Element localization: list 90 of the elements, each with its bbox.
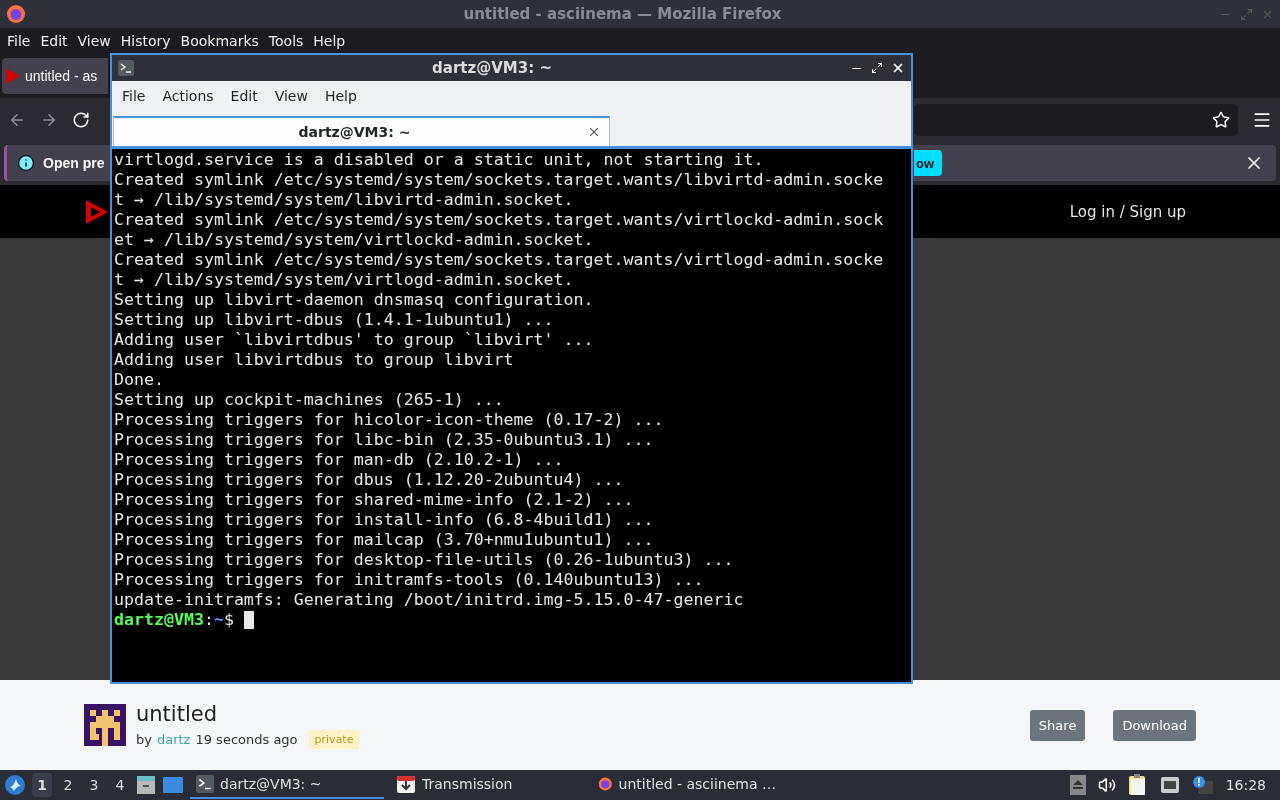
clipboard-icon[interactable] [1127,774,1148,796]
login-link[interactable]: Log in / Sign up [1069,202,1186,221]
taskbar-button[interactable]: untitled - asciinema … [592,771,782,799]
play-logo-icon [6,68,20,84]
terminal-line: Adding user `libvirtdbus' to group `libvirt' ... [114,330,595,350]
terminal-line: Adding user libvirtdbus to group libvirt [114,350,515,370]
prompt-symbol: $ [223,610,235,630]
terminal-line: Created symlink /etc/systemd/system/sockets.target.wants/virtlogd-admin.socke [114,250,885,270]
menu-item[interactable]: Bookmarks [175,33,264,49]
terminal-line: Processing triggers for install-info (6.8-4build1) ... [114,510,655,530]
close-icon[interactable] [891,61,905,75]
terminal-line: et → /lib/systemd/system/virtlockd-admin.socket. [114,230,595,250]
notification-button[interactable]: ow [914,150,942,176]
workspace-button[interactable]: 3 [84,773,104,797]
text-cursor [243,611,254,629]
terminal-line: update-initramfs: Generating /boot/initrd.img-5.15.0-47-generic [114,590,745,610]
prompt-path: ~ [213,610,224,630]
terminal-line: Done. [114,370,165,390]
browser-logo-icon [6,4,26,24]
download-button[interactable]: Download [1113,709,1196,741]
window-title: dartz@VM3: ~ [431,59,553,77]
terminal-line: Created symlink /etc/systemd/system/sockets.target.wants/libvirtd-admin.socke [114,170,885,190]
transmission-icon [396,774,416,794]
menu-item[interactable]: Help [318,88,368,104]
maximize-icon[interactable] [871,62,883,74]
volume-icon[interactable] [1097,776,1116,794]
terminal-line: Setting up libvirt-dbus (1.4.1-1ubuntu1) ... [114,310,555,330]
terminal-line: Setting up cockpit-machines (265-1) ... [114,390,505,410]
terminal-line: Processing triggers for initramfs-tools (0.140ubuntu13) ... [114,570,705,590]
terminal-line: Processing triggers for man-db (2.10.2-1) ... [114,450,565,470]
workspace-button[interactable]: 2 [58,773,78,797]
terminal-icon [196,775,214,793]
terminal-line: Processing triggers for mailcap (3.70+nmu1ubuntu1) ... [114,530,655,550]
private-tag: private [308,729,360,749]
menu-item[interactable]: Actions [156,88,225,104]
workspace-button[interactable]: 1 [32,773,52,797]
byline-text: by [136,731,152,747]
menu-item[interactable]: File [116,88,157,104]
update-notice-icon[interactable] [1191,775,1214,795]
terminal-line: virtlogd.service is a disabled or a static unit, not starting it. [114,150,765,170]
taskbar-button[interactable]: Transmission [390,771,586,799]
terminal-tab[interactable]: dartz@VM3: ~ [113,116,610,146]
terminal-line: Processing triggers for libc-bin (2.35-0ubuntu3.1) ... [114,430,655,450]
info-icon [17,154,35,172]
eject-icon[interactable] [1069,775,1086,795]
window-title: untitled - asciinema — Mozilla Firefox [462,5,783,23]
start-menu-icon[interactable] [4,774,26,796]
menu-item[interactable]: View [268,88,319,104]
menu-item[interactable]: Edit [35,33,73,49]
terminal-line: Processing triggers for desktop-file-utils (0.26-1ubuntu3) ... [114,550,735,570]
prompt-separator: : [203,610,214,630]
menu-item[interactable]: Help [308,33,351,49]
file-cabinet-icon[interactable] [136,775,156,795]
back-icon[interactable] [8,111,26,129]
terminal-line: Processing triggers for hicolor-icon-theme (0.17-2) ... [114,410,665,430]
terminal-icon [118,60,134,76]
close-icon[interactable] [587,125,601,139]
forward-icon[interactable] [40,111,58,129]
clock: 16:28 [1225,777,1266,793]
prompt-user-host: dartz@VM3 [114,610,204,630]
task-label: untitled - asciinema … [618,776,776,792]
terminal-line: t → /lib/systemd/system/virtlogd-admin.socket. [114,270,575,290]
address-field[interactable] [914,104,1238,136]
recording-title: untitled [136,701,218,726]
task-label: dartz@VM3: ~ [220,776,322,792]
terminal-line: Setting up libvirt-daemon dnsmasq configuration. [114,290,595,310]
avatar-icon [84,704,126,746]
menu-item[interactable]: View [72,33,116,49]
reload-icon[interactable] [72,111,90,129]
tab-label: untitled - as [25,68,98,84]
bookmark-star-icon[interactable] [1212,111,1230,129]
workspace-button[interactable]: 4 [110,773,130,797]
timestamp: 19 seconds ago [195,731,298,747]
terminal-line: Processing triggers for shared-mime-info (2.1-2) ... [114,490,635,510]
terminal-line: Created symlink /etc/systemd/system/sockets.target.wants/virtlockd-admin.sock [114,210,885,230]
browser-tab[interactable]: untitled - as [2,58,108,94]
share-button[interactable]: Share [1029,709,1086,741]
notification-text: Open pre [43,155,106,171]
menu-icon[interactable] [1252,110,1272,130]
menu-item[interactable]: Tools [263,33,309,49]
menu-item[interactable]: File [2,33,36,49]
network-icon[interactable] [1159,776,1180,794]
terminal-line: t → /lib/systemd/system/libvirtd-admin.socket. [114,190,575,210]
window-icon[interactable] [162,775,184,795]
menu-item[interactable]: History [115,33,176,49]
task-label: Transmission [422,776,513,792]
menu-item[interactable]: Edit [224,88,269,104]
play-logo-icon[interactable] [86,199,108,224]
taskbar-button[interactable]: dartz@VM3: ~ [190,771,384,799]
terminal-line: Processing triggers for dbus (1.12.20-2ubuntu4) ... [114,470,625,490]
